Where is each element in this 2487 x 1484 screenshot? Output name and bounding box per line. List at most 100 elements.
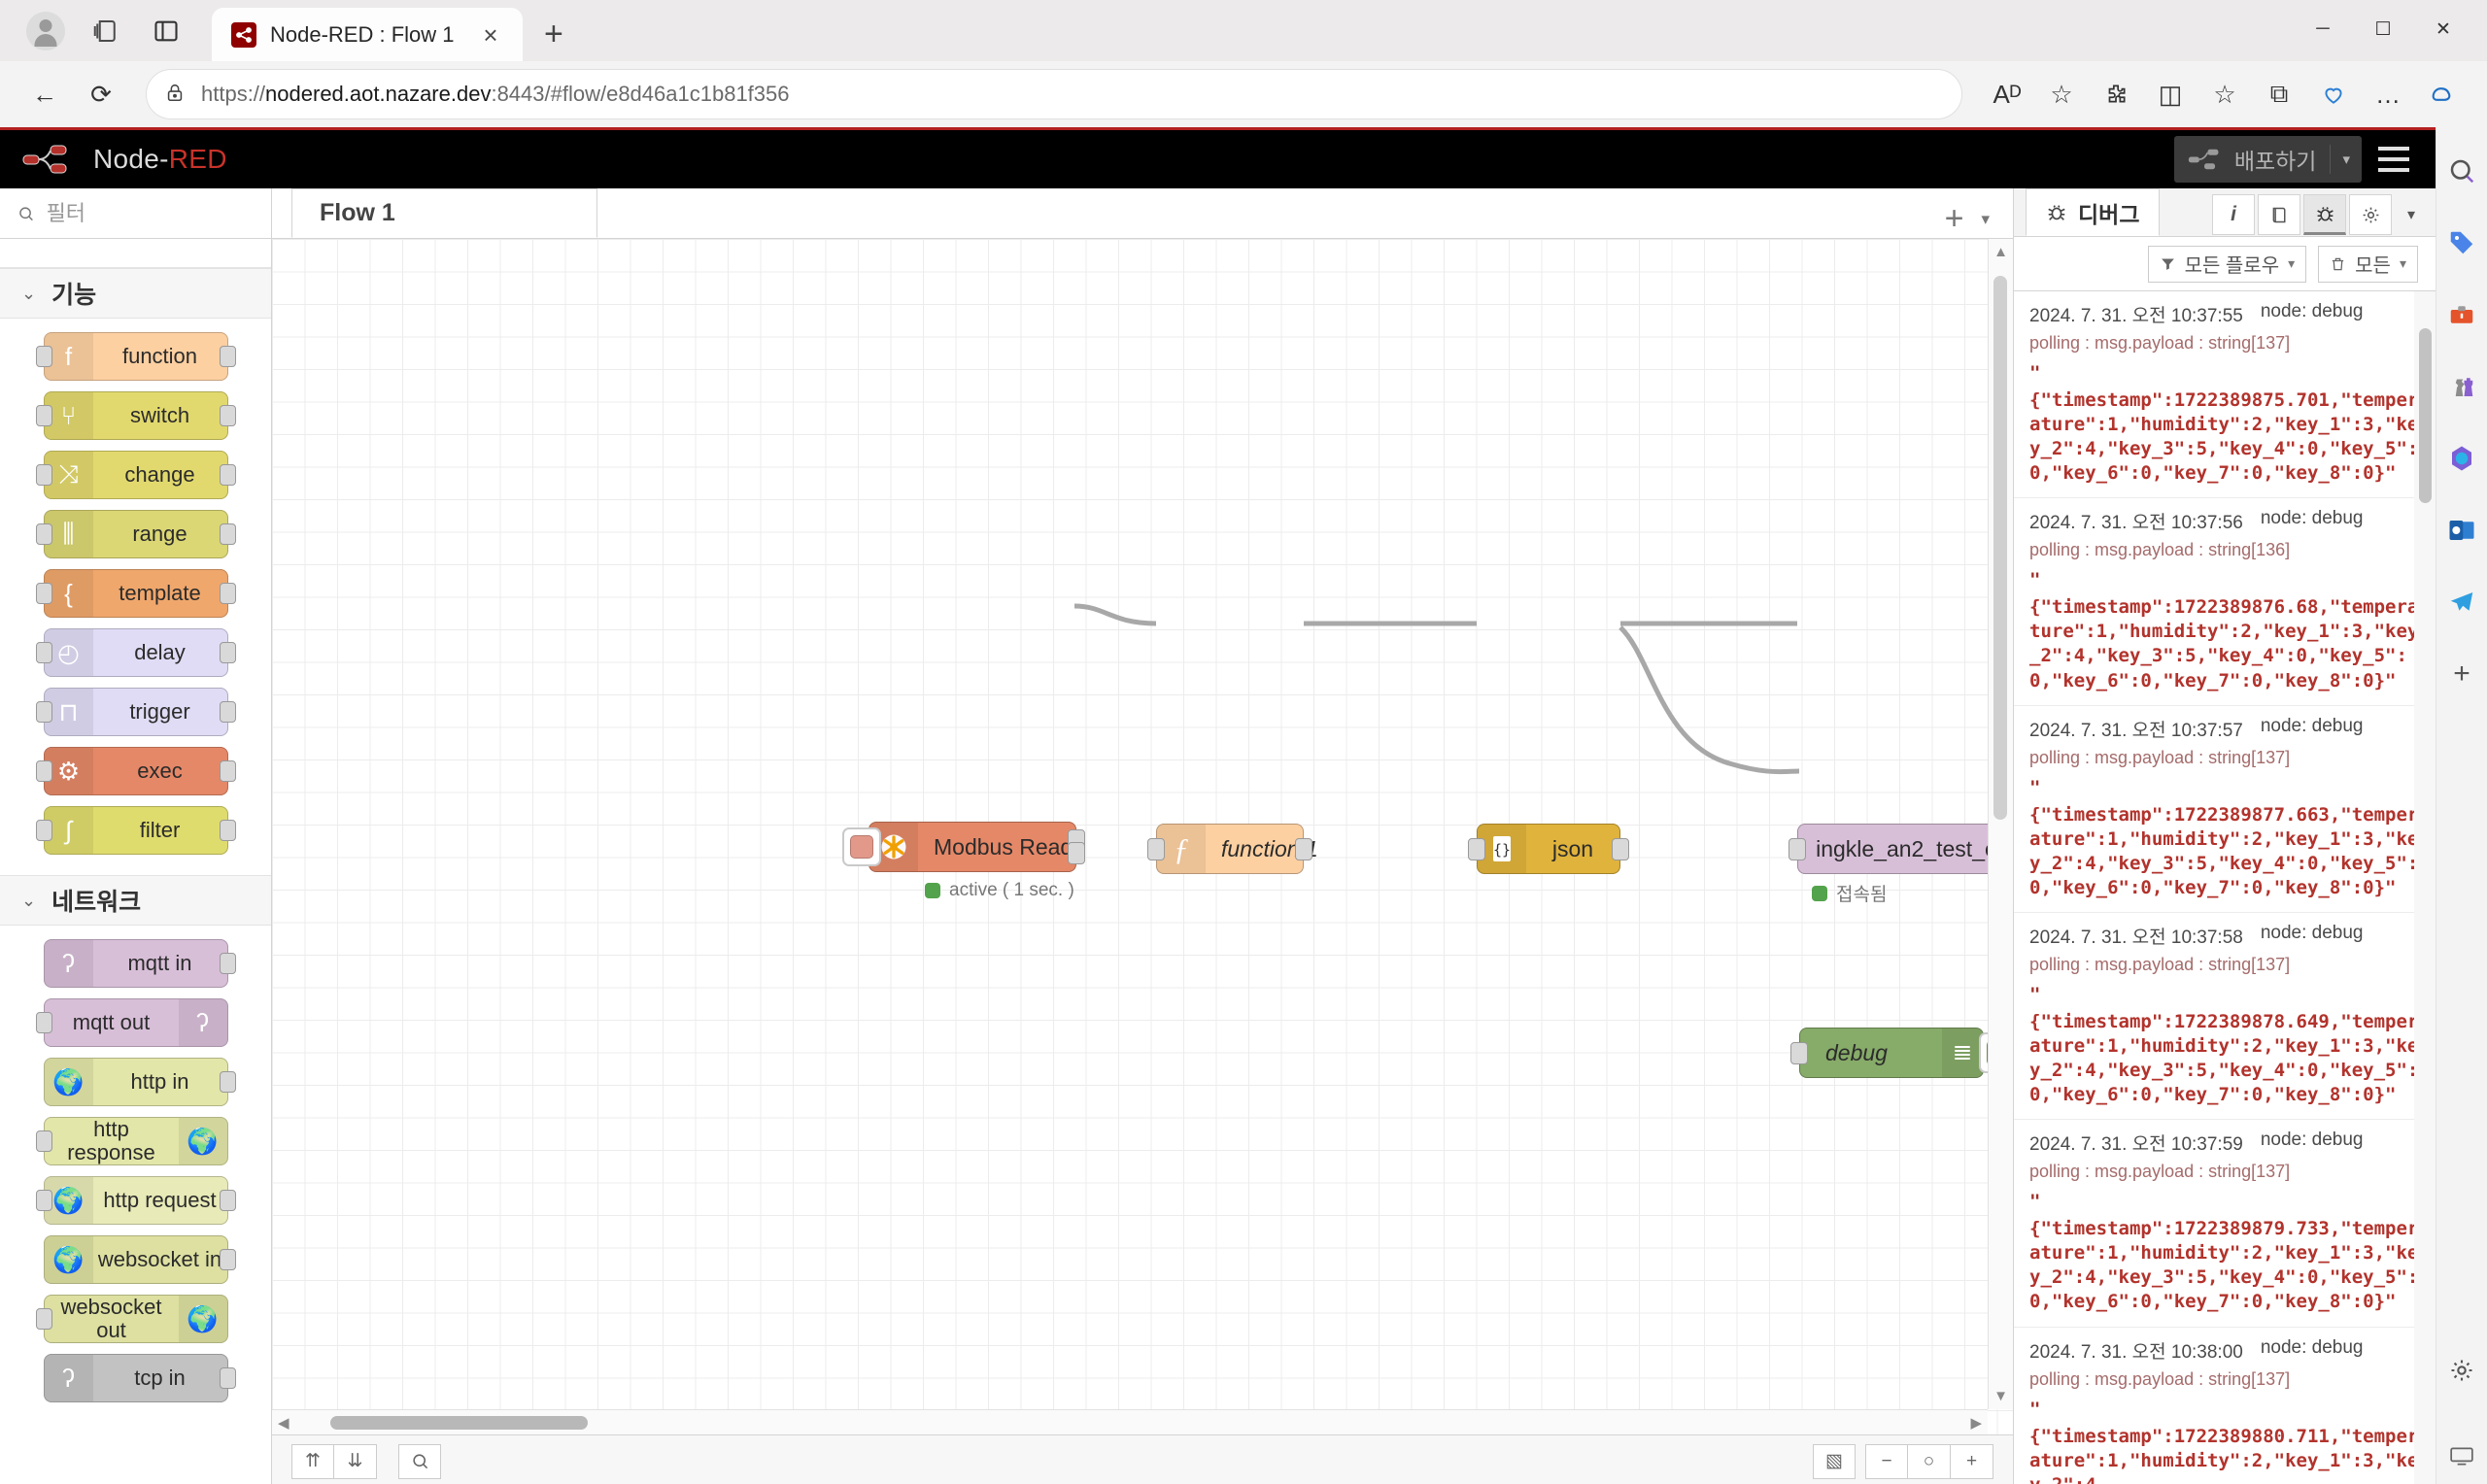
close-window-button[interactable]: ✕ [2413,6,2473,52]
minimize-button[interactable]: ─ [2293,6,2353,52]
node-output-port[interactable] [219,1367,236,1389]
palette-node-delay[interactable]: ◴ delay [35,628,236,677]
tab-flow-1[interactable]: Flow 1 [291,188,597,238]
debug-flow-filter-button[interactable]: 모든 플로우 ▾ [2147,245,2307,283]
help-tool-button[interactable] [2258,194,2300,235]
node-input-port[interactable] [35,701,52,723]
debug-message[interactable]: 2024. 7. 31. 오전 10:37:55 node: debug polli… [2014,291,2436,499]
favorites-bar-icon[interactable]: ☆ [2199,69,2250,119]
node-input-port[interactable] [35,1130,52,1152]
palette-node-websocket-in[interactable]: 🌍 websocket in [43,1235,236,1284]
config-tool-button[interactable] [2349,194,2392,235]
flow-canvas[interactable]: Modbus Read active ( 1 sec. ) ƒ function… [272,239,2013,1434]
settings-icon[interactable] [2443,1352,2480,1389]
scroll-left-icon[interactable]: ◀ [278,1414,290,1432]
debug-message-list[interactable]: 2024. 7. 31. 오전 10:37:55 node: debug polli… [2014,291,2436,1484]
node-output-port[interactable] [219,953,236,974]
shopping-tag-icon[interactable] [2443,224,2480,261]
node-output-port[interactable] [219,346,236,367]
office-icon[interactable] [2443,440,2480,477]
node-input-port[interactable] [1790,1042,1808,1064]
node-input-port[interactable] [35,464,52,486]
debug-scroll-thumb[interactable] [2419,328,2432,503]
outlook-icon[interactable] [2443,512,2480,549]
debug-tool-button[interactable] [2303,194,2346,235]
palette-node-mqtt-out[interactable]: mqtt out ʔ [35,998,228,1047]
flow-menu-button[interactable]: ▾ [1981,210,1990,229]
display-icon[interactable] [2443,1437,2480,1474]
node-input-port[interactable] [35,1190,52,1211]
node-input-port[interactable] [35,642,52,663]
debug-message[interactable]: 2024. 7. 31. 오전 10:37:57 node: debug polli… [2014,706,2436,913]
palette-node-trigger[interactable]: ⊓ trigger [35,688,236,736]
node-input-port[interactable] [35,820,52,841]
sidebar-more-button[interactable]: ▾ [2395,194,2428,235]
maximize-button[interactable]: ☐ [2353,6,2413,52]
canvas-vertical-scrollbar[interactable]: ▲ ▼ [1988,239,2013,1409]
node-json[interactable]: {} json [1468,824,1629,874]
palette-search[interactable] [0,188,271,239]
palette-category-0[interactable]: ⌄ 기능 [0,268,271,319]
node-output-port[interactable] [219,405,236,426]
node-input-port[interactable] [35,760,52,782]
profile-avatar-icon[interactable] [23,9,68,53]
reload-button[interactable]: ⟳ [76,69,126,119]
palette-node-http-request[interactable]: 🌍 http request [35,1176,236,1225]
scroll-down-icon[interactable]: ▼ [1993,1388,2008,1404]
games-icon[interactable] [2443,368,2480,405]
palette-node-http-response[interactable]: http response 🌍 [35,1117,228,1165]
new-tab-button[interactable]: + [544,16,563,53]
tools-icon[interactable] [2443,296,2480,333]
address-bar[interactable]: https://nodered.aot.nazare.dev:8443/#flo… [146,69,1962,119]
debug-message[interactable]: 2024. 7. 31. 오전 10:37:59 node: debug polli… [2014,1120,2436,1328]
node-output-port[interactable] [219,642,236,663]
zoom-reset-button[interactable]: ○ [1908,1443,1951,1479]
canvas-horizontal-scrollbar[interactable]: ◀ ▶ [272,1409,1988,1434]
scroll-up-icon[interactable]: ▲ [1993,244,2008,260]
palette-filter-input[interactable] [46,200,254,226]
node-output-port[interactable] [219,1071,236,1093]
node-output-port[interactable] [219,1249,236,1270]
node-output-port[interactable] [219,820,236,841]
node-output-port[interactable] [1295,838,1312,860]
canvas-search-button[interactable] [398,1443,441,1479]
node-output-port[interactable] [1068,842,1085,864]
node-input-port[interactable] [1468,838,1485,860]
node-input-port[interactable] [35,405,52,426]
palette-node-mqtt-in[interactable]: ʔ mqtt in [43,939,236,988]
palette-node-exec[interactable]: ⚙ exec [35,747,236,795]
browser-essentials-icon[interactable] [2308,69,2359,119]
tab-debug[interactable]: 디버그 [2026,188,2161,236]
browser-tab[interactable]: Node-RED : Flow 1 × [212,8,523,61]
main-menu-button[interactable] [2362,133,2426,186]
vertical-scroll-thumb[interactable] [1993,276,2007,820]
node-output-port[interactable] [219,523,236,545]
node-input-port[interactable] [1147,838,1165,860]
node-output-port[interactable] [219,464,236,486]
collections-icon[interactable]: ⧉ [2254,69,2304,119]
zoom-in-button[interactable]: + [1951,1443,1993,1479]
node-input-port[interactable] [35,583,52,604]
copilot-icon[interactable] [2417,69,2468,119]
node-input-port[interactable] [35,523,52,545]
zoom-out-button[interactable]: − [1865,1443,1908,1479]
palette-node-tcp-in[interactable]: ʔ tcp in [43,1354,236,1402]
settings-more-icon[interactable]: … [2363,69,2413,119]
palette-node-function[interactable]: f function [35,332,236,381]
search-icon[interactable] [2443,152,2480,189]
favorite-icon[interactable]: ☆ [2036,69,2087,119]
palette-category-1[interactable]: ⌄ 네트워크 [0,875,271,926]
read-aloud-icon[interactable]: Aᴰ [1982,69,2032,119]
tab-actions-icon[interactable] [144,9,188,53]
palette-node-websocket-out[interactable]: websocket out 🌍 [35,1295,228,1343]
workspaces-icon[interactable] [84,9,128,53]
close-tab-icon[interactable]: × [474,22,507,48]
add-flow-button[interactable]: + [1945,200,1964,238]
node-function-1[interactable]: ƒ function 1 [1147,824,1318,874]
back-button[interactable]: ← [19,69,70,119]
horizontal-scroll-thumb[interactable] [330,1416,588,1430]
node-output-port[interactable] [219,701,236,723]
node-debug[interactable]: debug [1790,1028,2013,1078]
node-input-port[interactable] [35,1308,52,1330]
telegram-icon[interactable] [2443,584,2480,621]
